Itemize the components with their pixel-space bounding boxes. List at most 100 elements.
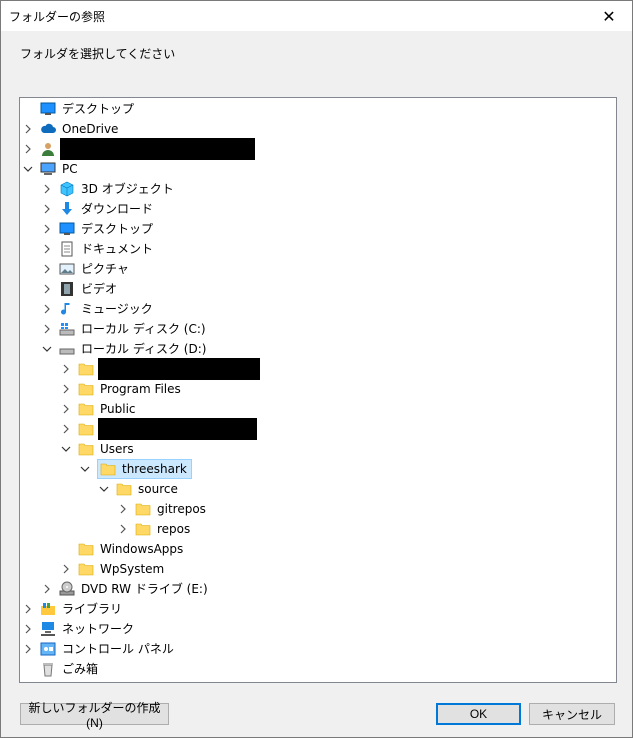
tree-item-label: source — [138, 482, 178, 496]
tree-item-d-redacted-2[interactable] — [60, 418, 257, 440]
chevron-right-icon[interactable] — [60, 563, 72, 575]
tree-item-label: repos — [157, 522, 191, 536]
chevron-right-icon[interactable] — [41, 223, 53, 235]
chevron-right-icon[interactable] — [41, 323, 53, 335]
tree-item-downloads[interactable]: ダウンロード — [41, 199, 155, 219]
desktop-icon — [40, 101, 56, 117]
chevron-down-icon[interactable] — [60, 443, 72, 455]
tree-item-label: ローカル ディスク (D:) — [81, 342, 207, 356]
chevron-right-icon[interactable] — [41, 243, 53, 255]
folder-icon — [135, 521, 151, 537]
chevron-down-icon[interactable] — [41, 343, 53, 355]
tree-item-threeshark[interactable]: threeshark — [79, 459, 192, 479]
tree-item-user-redacted[interactable] — [22, 138, 255, 160]
user-icon — [40, 141, 56, 157]
tree-item-label: DVD RW ドライブ (E:) — [81, 582, 208, 596]
tree-item-label: ライブラリ — [62, 602, 123, 616]
chevron-down-icon[interactable] — [22, 163, 34, 175]
chevron-right-icon[interactable] — [60, 363, 72, 375]
chevron-right-icon[interactable] — [41, 203, 53, 215]
chevron-down-icon[interactable] — [79, 463, 91, 475]
tree-item-public[interactable]: Public — [60, 399, 138, 419]
chevron-placeholder — [60, 543, 72, 555]
folder-icon — [116, 481, 132, 497]
chevron-right-icon[interactable] — [22, 603, 34, 615]
tree-item-label: gitrepos — [157, 502, 206, 516]
chevron-right-icon[interactable] — [60, 423, 72, 435]
cancel-button[interactable]: キャンセル — [529, 703, 615, 725]
tree-item-label: Program Files — [100, 382, 181, 396]
chevron-placeholder — [22, 103, 34, 115]
chevron-right-icon[interactable] — [117, 523, 129, 535]
document-icon — [59, 241, 75, 257]
tree-item-d-redacted-1[interactable] — [60, 358, 260, 380]
chevron-right-icon[interactable] — [60, 383, 72, 395]
tree-item-label: WindowsApps — [100, 542, 184, 556]
tree-item-dvd[interactable]: DVD RW ドライブ (E:) — [41, 579, 210, 599]
folder-icon — [78, 401, 94, 417]
tree-item-library[interactable]: ライブラリ — [22, 599, 124, 619]
folder-tree[interactable]: デスクトップ OneDrive PC 3D オブジェクト ダウンロード デスクトップ ドキュ… — [19, 97, 617, 683]
tree-item-label: ミュージック — [81, 302, 153, 316]
cloud-icon — [40, 121, 56, 137]
tree-item-music[interactable]: ミュージック — [41, 299, 155, 319]
chevron-right-icon[interactable] — [41, 583, 53, 595]
tree-item-drive-d[interactable]: ローカル ディスク (D:) — [41, 339, 208, 359]
tree-item-videos[interactable]: ビデオ — [41, 279, 119, 299]
tree-item-desktop-root[interactable]: デスクトップ — [22, 99, 136, 119]
tree-item-desktop[interactable]: デスクトップ — [41, 219, 155, 239]
tree-item-3d[interactable]: 3D オブジェクト — [41, 179, 176, 199]
folder-icon — [78, 361, 94, 377]
music-icon — [59, 301, 75, 317]
tree-item-users[interactable]: Users — [60, 439, 136, 459]
chevron-right-icon[interactable] — [117, 503, 129, 515]
chevron-right-icon[interactable] — [41, 283, 53, 295]
recycle-bin-icon — [40, 661, 56, 677]
tree-item-label: Users — [100, 442, 134, 456]
chevron-down-icon[interactable] — [98, 483, 110, 495]
tree-item-onedrive[interactable]: OneDrive — [22, 119, 120, 139]
tree-item-gitrepos[interactable]: gitrepos — [117, 499, 208, 519]
tree-item-label: ダウンロード — [81, 202, 154, 216]
tree-item-network[interactable]: ネットワーク — [22, 619, 136, 639]
folder-icon — [78, 441, 94, 457]
tree-item-label: PC — [62, 162, 78, 176]
tree-item-source[interactable]: source — [98, 479, 180, 499]
windows-drive-icon — [59, 321, 75, 337]
tree-item-repos[interactable]: repos — [117, 519, 192, 539]
chevron-right-icon[interactable] — [22, 143, 34, 155]
tree-item-control-panel[interactable]: コントロール パネル — [22, 639, 176, 659]
tree-item-pictures[interactable]: ピクチャ — [41, 259, 131, 279]
tree-item-label: ごみ箱 — [62, 662, 99, 676]
close-button[interactable]: ✕ — [586, 1, 632, 31]
dvd-icon — [59, 581, 75, 597]
chevron-right-icon[interactable] — [60, 403, 72, 415]
tree-item-windowsapps[interactable]: WindowsApps — [60, 539, 185, 559]
chevron-right-icon[interactable] — [22, 643, 34, 655]
tree-item-program-files[interactable]: Program Files — [60, 379, 183, 399]
tree-item-drive-c[interactable]: ローカル ディスク (C:) — [41, 319, 208, 339]
download-icon — [59, 201, 75, 217]
window-title: フォルダーの参照 — [9, 10, 106, 24]
tree-item-recycle-bin[interactable]: ごみ箱 — [22, 659, 100, 679]
picture-icon — [59, 261, 75, 277]
new-folder-button[interactable]: 新しいフォルダーの作成(N) — [20, 701, 169, 730]
prompt-text: フォルダを選択してください — [20, 47, 176, 61]
chevron-placeholder — [22, 663, 34, 675]
title-bar: フォルダーの参照 ✕ — [1, 1, 632, 31]
ok-button[interactable]: OK — [436, 703, 521, 725]
chevron-right-icon[interactable] — [22, 623, 34, 635]
chevron-right-icon[interactable] — [41, 183, 53, 195]
chevron-right-icon[interactable] — [22, 123, 34, 135]
folder-icon — [78, 421, 94, 437]
tree-item-documents[interactable]: ドキュメント — [41, 239, 155, 259]
tree-item-wpsystem[interactable]: WpSystem — [60, 559, 166, 579]
chevron-right-icon[interactable] — [41, 303, 53, 315]
tree-item-pc[interactable]: PC — [22, 159, 80, 179]
folder-browse-dialog: フォルダーの参照 ✕ フォルダを選択してください デスクトップ OneDrive P… — [0, 0, 633, 738]
chevron-right-icon[interactable] — [41, 263, 53, 275]
redacted-label — [60, 138, 255, 160]
network-icon — [40, 621, 56, 637]
computer-icon — [40, 161, 56, 177]
folder-icon — [78, 561, 94, 577]
